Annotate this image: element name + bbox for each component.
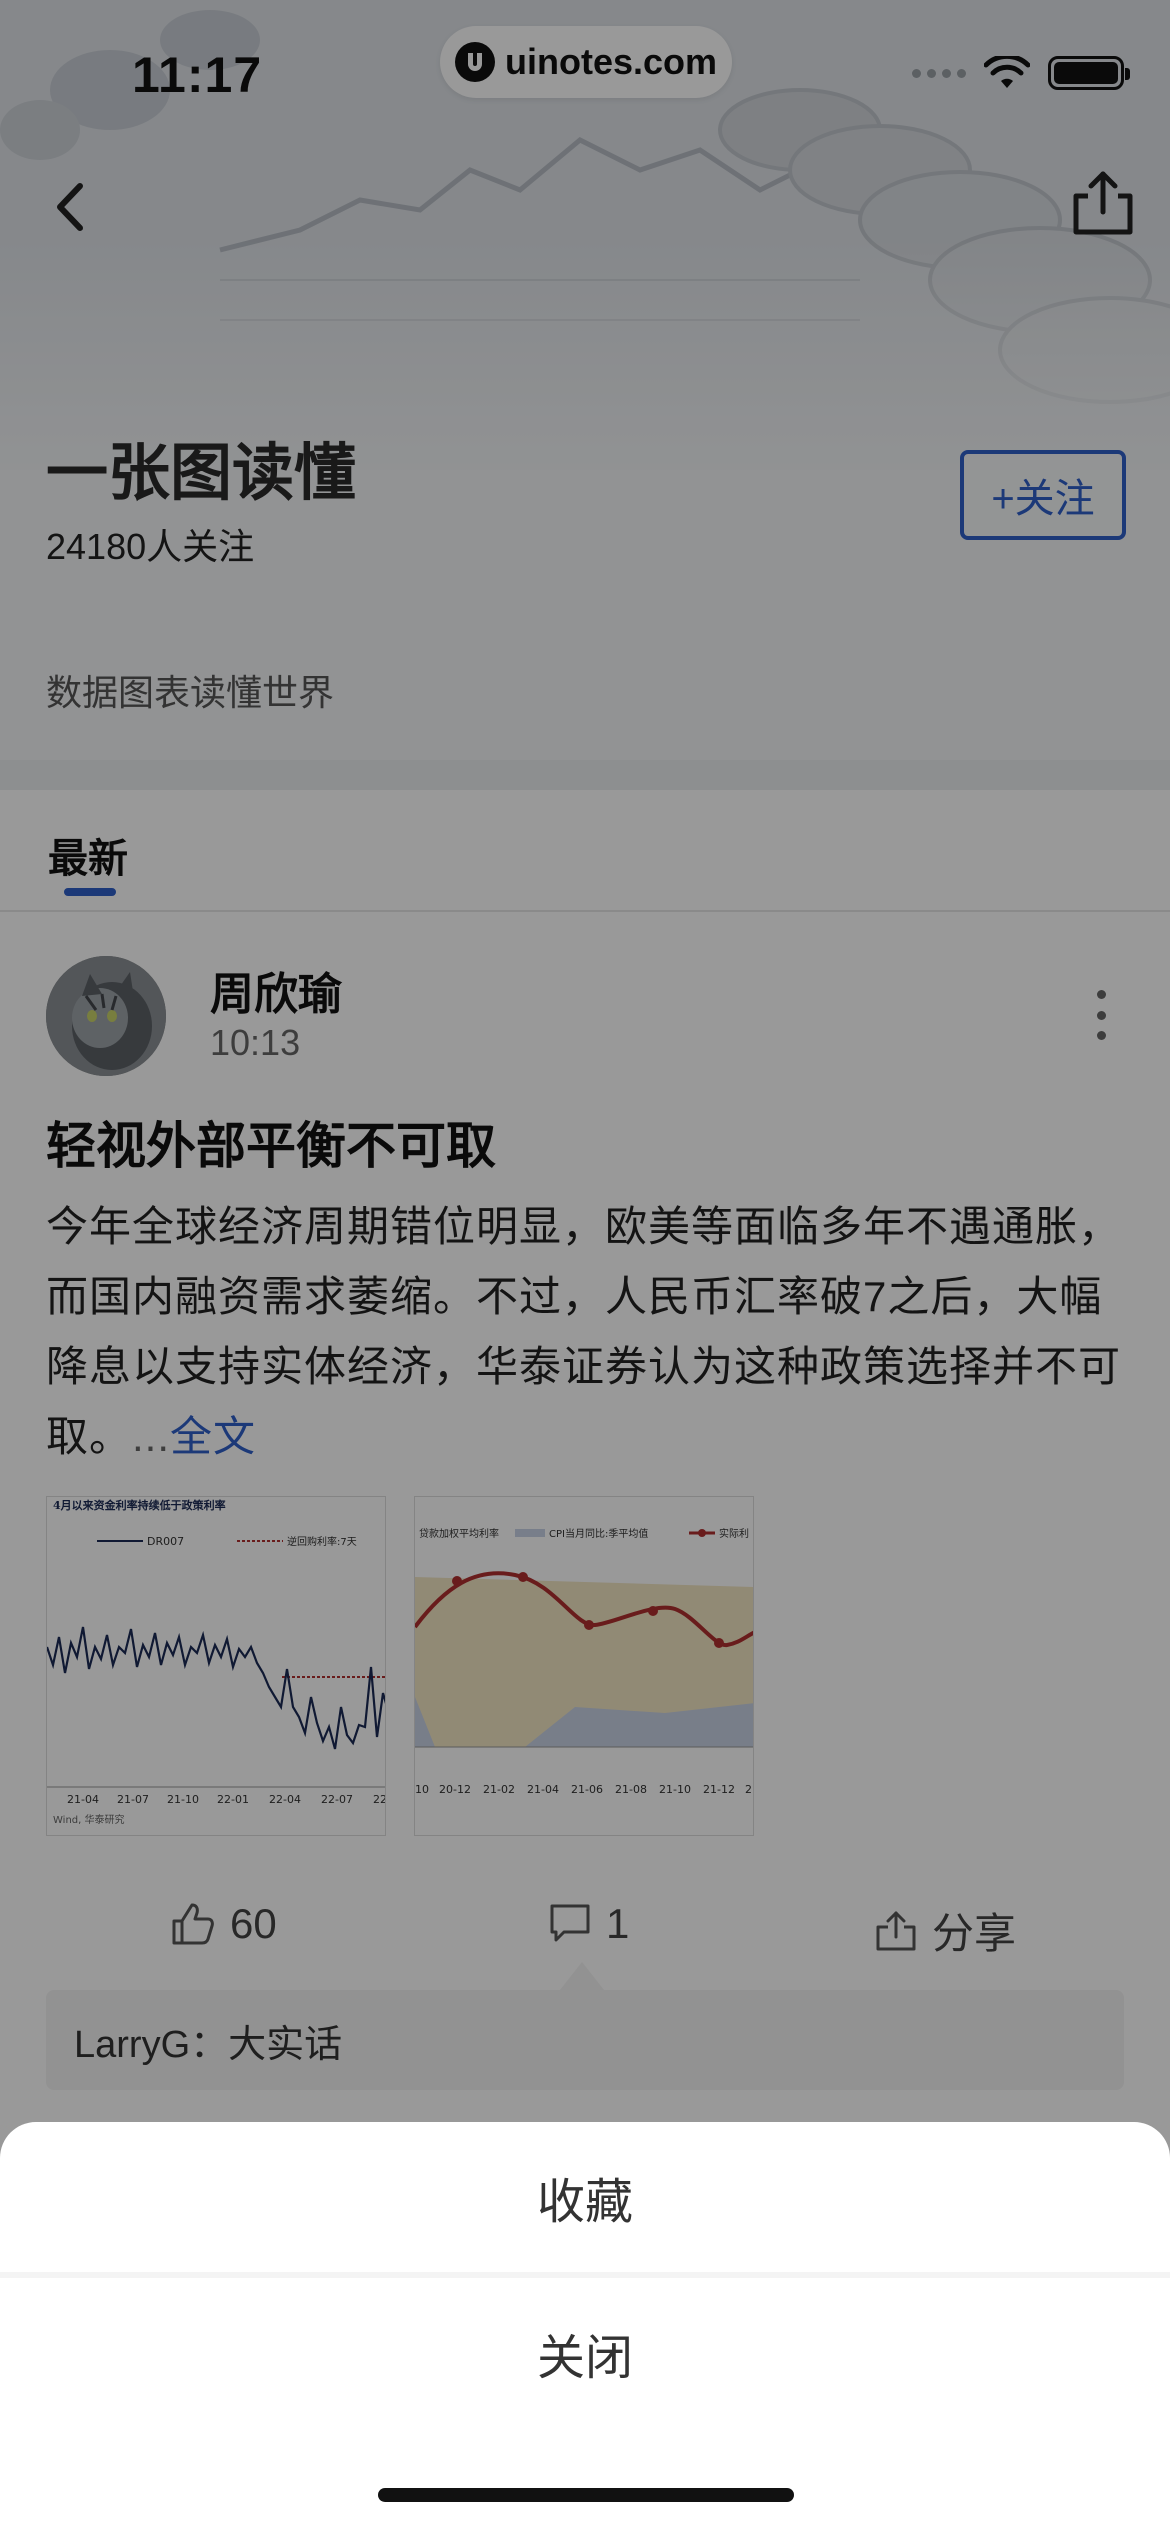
action-sheet: 收藏 关闭 xyxy=(0,2122,1170,2532)
home-indicator xyxy=(378,2488,794,2502)
close-button[interactable]: 关闭 xyxy=(0,2278,1170,2428)
favorite-button[interactable]: 收藏 xyxy=(0,2122,1170,2272)
screen: 11:17 uinotes.com 一张图读懂 24180人关注 +关注 数据图… xyxy=(0,0,1170,2532)
